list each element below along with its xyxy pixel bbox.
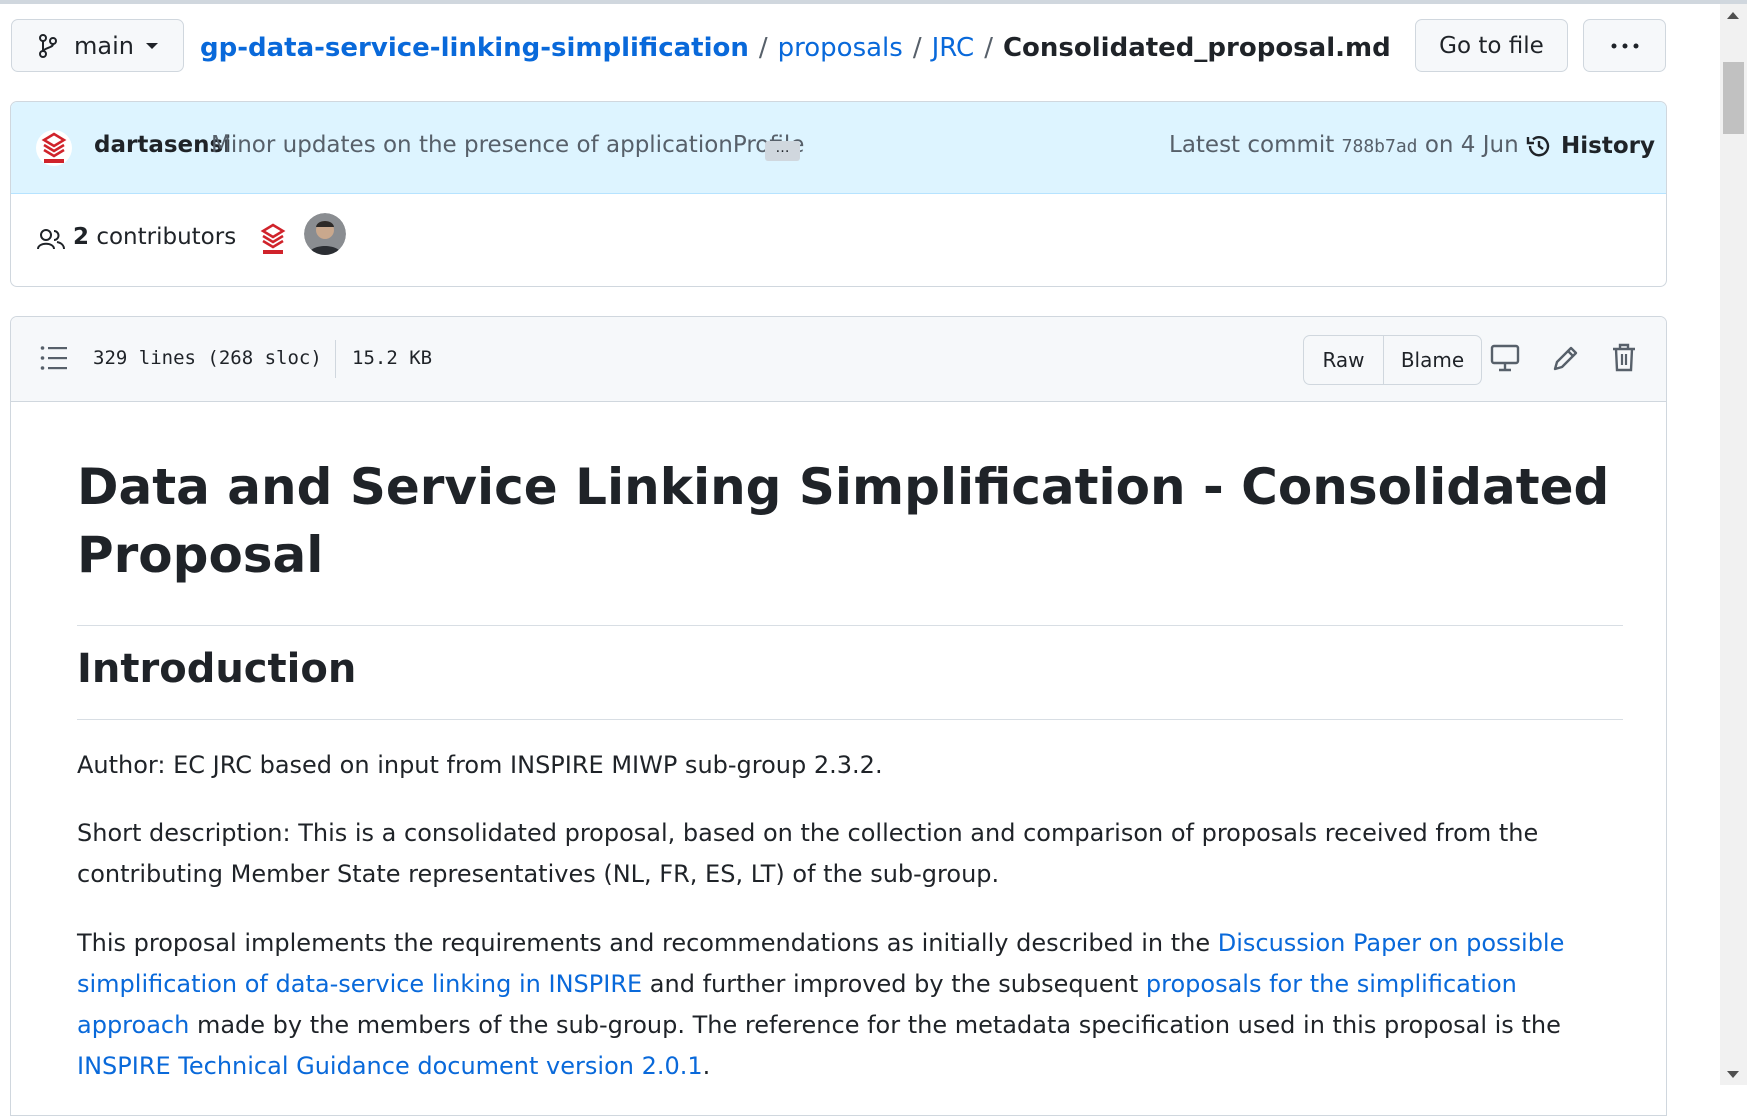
- technical-guidance-link[interactable]: INSPIRE Technical Guidance document vers…: [77, 1052, 703, 1080]
- pencil-icon[interactable]: [1551, 343, 1579, 373]
- more-options-button[interactable]: [1583, 19, 1666, 72]
- commit-message-link[interactable]: Minor updates on the presence of applica…: [211, 132, 804, 158]
- commit-bar: dartasensi Minor updates on the presence…: [11, 102, 1666, 194]
- history-clock-icon: [1526, 136, 1550, 157]
- file-info-divider: [335, 340, 336, 378]
- history-label: History: [1561, 133, 1655, 159]
- window-top-border: [0, 0, 1747, 4]
- breadcrumb-separator: /: [758, 33, 768, 63]
- scroll-down-arrow-icon[interactable]: [1727, 1071, 1739, 1078]
- section-underline: [77, 719, 1623, 720]
- paragraph-text: and further improved by the subsequent: [642, 970, 1146, 998]
- go-to-file-button[interactable]: Go to file: [1415, 19, 1568, 72]
- branch-selector-button[interactable]: main: [11, 19, 184, 72]
- commit-date: on 4 Jun: [1424, 132, 1519, 158]
- contributors-count: 2: [73, 224, 90, 250]
- breadcrumb: gp-data-service-linking-simplification /…: [200, 24, 1391, 72]
- breadcrumb-repo-link[interactable]: gp-data-service-linking-simplification: [200, 33, 749, 63]
- breadcrumb-separator: /: [912, 33, 922, 63]
- file-line-count: 329 lines (268 sloc): [93, 347, 322, 369]
- latest-commit-box: dartasensi Minor updates on the presence…: [10, 101, 1667, 287]
- proposal-paragraph: This proposal implements the requirement…: [77, 923, 1623, 1087]
- paragraph-text: .: [702, 1052, 711, 1080]
- scroll-up-arrow-icon[interactable]: [1727, 12, 1739, 19]
- short-description-paragraph: Short description: This is a consolidate…: [77, 819, 1539, 888]
- contributor-avatar-1[interactable]: [254, 220, 292, 258]
- document-title: Data and Service Linking Simplification …: [77, 458, 1610, 584]
- contributors-row: 2 contributors: [11, 194, 1666, 286]
- vertical-scrollbar[interactable]: [1720, 4, 1747, 1085]
- paragraph-text: made by the members of the sub-group. Th…: [189, 1011, 1561, 1039]
- raw-button[interactable]: Raw: [1304, 336, 1384, 384]
- commit-sha-link[interactable]: 788b7ad: [1342, 136, 1418, 157]
- file-header: 329 lines (268 sloc) 15.2 KB Raw Blame: [11, 317, 1666, 402]
- raw-blame-button-group: Raw Blame: [1303, 335, 1482, 385]
- list-unordered-icon[interactable]: [40, 345, 68, 371]
- author-avatar[interactable]: [35, 129, 73, 167]
- title-underline: [77, 625, 1623, 626]
- trash-icon[interactable]: [1611, 343, 1637, 373]
- scrollbar-thumb[interactable]: [1723, 62, 1744, 134]
- contributors-link[interactable]: 2 contributors: [73, 224, 236, 250]
- section-heading-introduction: Introduction: [77, 646, 357, 692]
- chevron-down-icon: [145, 42, 158, 49]
- commit-expand-button[interactable]: …: [765, 141, 800, 161]
- contributor-avatar-2[interactable]: [304, 213, 346, 255]
- breadcrumb-proposals-link[interactable]: proposals: [778, 33, 903, 63]
- breadcrumb-current-file: Consolidated_proposal.md: [1002, 33, 1391, 63]
- breadcrumb-separator: /: [984, 33, 993, 63]
- desktop-display-icon[interactable]: [1490, 343, 1520, 373]
- breadcrumb-jrc-link[interactable]: JRC: [932, 33, 975, 63]
- people-icon: [37, 229, 65, 250]
- file-size: 15.2 KB: [352, 347, 433, 369]
- latest-commit-label: Latest commit: [1169, 132, 1335, 158]
- contributors-label: contributors: [96, 224, 237, 250]
- latest-commit-info: Latest commit 788b7ad on 4 Jun: [1169, 132, 1519, 158]
- git-branch-icon: [39, 33, 57, 58]
- author-paragraph: Author: EC JRC based on input from INSPI…: [77, 751, 883, 779]
- paragraph-text: This proposal implements the requirement…: [77, 929, 1218, 957]
- blame-button[interactable]: Blame: [1384, 336, 1481, 384]
- history-button[interactable]: History: [1525, 128, 1655, 164]
- file-view: 329 lines (268 sloc) 15.2 KB Raw Blame D…: [10, 316, 1667, 1116]
- kebab-horizontal-icon: [1611, 43, 1638, 48]
- branch-label: main: [74, 31, 134, 60]
